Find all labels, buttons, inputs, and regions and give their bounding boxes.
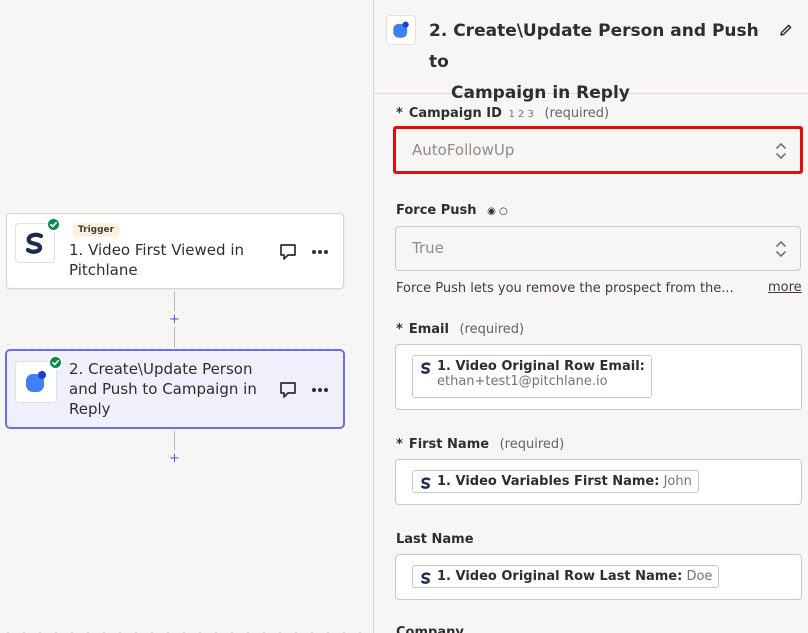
last-name-mapped-value-pill[interactable]: 1. Video Original Row Last Name: Doe <box>412 565 720 588</box>
first-name-label: * First Name (required) <box>396 437 565 452</box>
panel-title-line1: 2. Create\Update Person and Push to <box>429 21 759 72</box>
panel-title-line2: Campaign in Reply <box>451 83 630 103</box>
chevron-up-down-icon <box>776 241 786 257</box>
required-text: (required) <box>544 106 610 121</box>
pitchlane-app-icon <box>15 217 61 263</box>
edit-title-button[interactable] <box>777 21 795 39</box>
reply-app-icon <box>15 355 63 403</box>
email-label: * Email (required) <box>396 322 525 337</box>
email-mapped-value-pill[interactable]: 1. Video Original Row Email: ethan+test1… <box>412 355 652 398</box>
more-dots-icon <box>312 388 328 392</box>
more-link[interactable]: more <box>768 280 802 295</box>
reply-logo-icon <box>26 371 46 392</box>
radio-toggle-icon[interactable]: ◉ ○ <box>487 206 508 217</box>
last-name-field[interactable]: 1. Video Original Row Last Name: Doe <box>395 554 802 600</box>
success-check-icon <box>46 217 61 232</box>
pencil-icon <box>780 24 792 36</box>
reply-logo-icon <box>393 21 409 38</box>
force-push-help-text: Force Push lets you remove the prospect … <box>396 281 734 296</box>
campaign-id-select[interactable]: AutoFollowUp <box>395 128 801 173</box>
step-card-action[interactable]: 2. Create\Update Person and Push to Camp… <box>6 350 344 428</box>
step-title: 2. Create\Update Person and Push to Camp… <box>69 360 257 418</box>
panel-title: 2. Create\Update Person and Push to Camp… <box>429 16 774 109</box>
comment-button[interactable] <box>277 379 299 401</box>
chevron-up-down-icon <box>776 143 786 159</box>
required-text: (required) <box>499 437 565 452</box>
more-dots-icon <box>312 250 328 254</box>
campaign-id-value: AutoFollowUp <box>412 141 515 159</box>
add-step-button[interactable]: + <box>168 313 181 326</box>
pitchlane-logo-icon <box>20 228 50 258</box>
add-step-button[interactable]: + <box>168 452 181 465</box>
step-card-trigger[interactable]: Trigger 1. Video First Viewed in Pitchla… <box>6 213 344 289</box>
comment-icon <box>280 244 296 260</box>
force-push-label: Force Push ◉ ○ <box>396 203 508 218</box>
connector-line <box>174 327 175 348</box>
campaign-id-label: * Campaign ID 1 2 3 (required) <box>396 106 610 121</box>
required-text: (required) <box>459 322 525 337</box>
company-label: Company <box>396 625 464 633</box>
panel-header: 2. Create\Update Person and Push to Camp… <box>374 0 808 103</box>
first-name-mapped-value-pill[interactable]: 1. Video Variables First Name: John <box>412 470 699 493</box>
force-push-value: True <box>412 239 444 257</box>
step-title: 1. Video First Viewed in Pitchlane <box>69 241 244 279</box>
pitchlane-logo-icon <box>421 572 431 584</box>
success-check-icon <box>48 355 63 370</box>
campaign-id-hint: 1 2 3 <box>508 109 534 120</box>
force-push-select[interactable]: True <box>395 226 801 271</box>
last-name-label: Last Name <box>396 532 474 547</box>
email-field[interactable]: 1. Video Original Row Email: ethan+test1… <box>395 344 802 410</box>
comment-icon <box>280 382 296 398</box>
more-options-button[interactable] <box>309 379 331 401</box>
connector-line <box>174 431 175 450</box>
pitchlane-logo-icon <box>421 362 431 374</box>
reply-app-icon <box>386 15 416 45</box>
more-options-button[interactable] <box>309 241 331 263</box>
connector-line <box>174 291 175 311</box>
comment-button[interactable] <box>277 241 299 263</box>
flow-canvas[interactable]: Trigger 1. Video First Viewed in Pitchla… <box>0 0 373 633</box>
pitchlane-logo-icon <box>421 477 431 489</box>
first-name-field[interactable]: 1. Video Variables First Name: John <box>395 459 802 505</box>
trigger-badge: Trigger <box>73 223 120 237</box>
step-editor-panel: 2. Create\Update Person and Push to Camp… <box>373 0 808 633</box>
